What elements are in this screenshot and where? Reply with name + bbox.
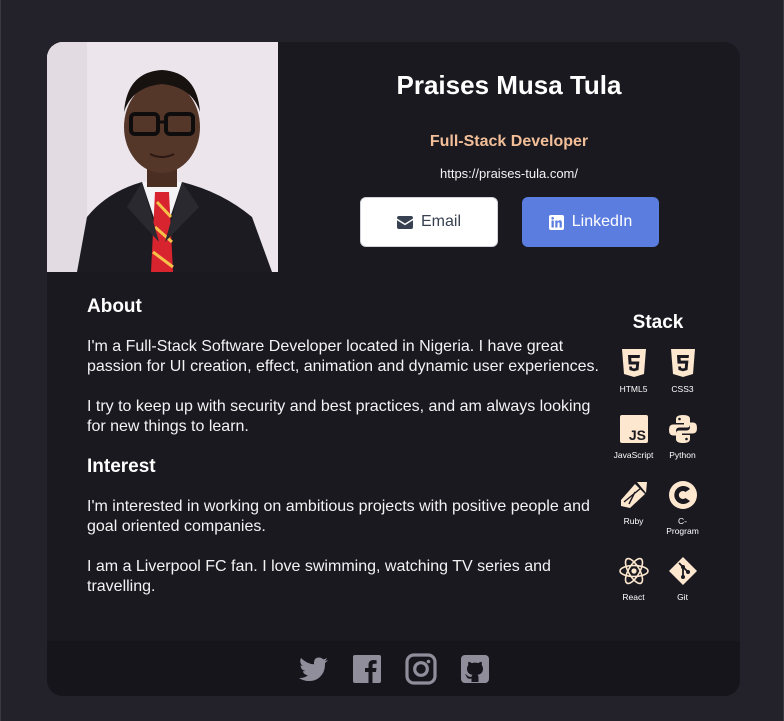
stack-item-css3: CSS3 xyxy=(658,348,707,394)
stack-label-ruby: Ruby xyxy=(623,516,644,526)
stack-item-html5: HTML5 xyxy=(609,348,658,394)
c-program-icon xyxy=(668,481,697,509)
profile-website-link[interactable]: https://praises-tula.com/ xyxy=(278,166,740,181)
twitter-icon[interactable] xyxy=(297,653,329,685)
email-button[interactable]: Email xyxy=(360,197,498,247)
stack-item-react: React xyxy=(609,556,658,602)
profile-name: Praises Musa Tula xyxy=(396,70,622,100)
html5-icon xyxy=(621,349,646,377)
github-icon[interactable] xyxy=(459,653,491,685)
stack-section: Stack HTML5 CSS3 JS JavaScript Python Ru… xyxy=(610,312,706,602)
stack-grid: HTML5 CSS3 JS JavaScript Python Ruby C-P… xyxy=(610,348,706,602)
profile-header: Praises Musa Tula Full-Stack Developer h… xyxy=(278,42,740,272)
about-paragraph-1: I'm a Full-Stack Software Developer loca… xyxy=(87,338,599,375)
stack-item-javascript: JS JavaScript xyxy=(609,414,658,460)
javascript-icon: JS xyxy=(619,415,648,443)
profile-card: Praises Musa Tula Full-Stack Developer h… xyxy=(47,42,740,696)
email-button-label: Email xyxy=(420,213,461,230)
stack-item-ruby: Ruby xyxy=(609,480,658,536)
profile-photo-illustration xyxy=(47,42,278,272)
stack-label-python: Python xyxy=(669,450,696,460)
linkedin-icon xyxy=(548,214,564,230)
stack-label-css3: CSS3 xyxy=(671,384,694,394)
stack-heading: Stack xyxy=(632,312,684,333)
stack-item-c-program: C-Program xyxy=(658,480,707,536)
stack-item-git: Git xyxy=(658,556,707,602)
linkedin-button-label: LinkedIn xyxy=(571,213,633,230)
interest-heading: Interest xyxy=(87,456,156,477)
stack-item-python: Python xyxy=(658,414,707,460)
facebook-icon[interactable] xyxy=(351,653,383,685)
interest-paragraph-1: I'm interested in working on ambitious p… xyxy=(87,498,590,535)
about-paragraph-2: I try to keep up with security and best … xyxy=(87,398,591,435)
stack-label-c-program: C-Program xyxy=(666,516,699,536)
css3-icon xyxy=(670,349,695,377)
window-border-left xyxy=(0,0,1,721)
svg-text:JS: JS xyxy=(628,427,645,443)
react-icon xyxy=(618,557,649,585)
instagram-icon[interactable] xyxy=(404,652,437,685)
about-heading: About xyxy=(87,296,142,317)
profile-photo xyxy=(47,42,278,272)
stack-label-javascript: JavaScript xyxy=(613,450,654,460)
linkedin-button[interactable]: LinkedIn xyxy=(522,197,659,247)
envelope-icon xyxy=(396,215,413,229)
profile-role: Full-Stack Developer xyxy=(429,133,589,150)
interest-paragraph-2: I am a Liverpool FC fan. I love swimming… xyxy=(87,558,551,595)
stack-label-git: Git xyxy=(677,592,688,602)
stack-label-html5: HTML5 xyxy=(619,384,648,394)
social-footer xyxy=(47,641,740,696)
ruby-icon xyxy=(620,482,647,508)
python-icon xyxy=(668,415,697,443)
bio-section: About I'm a Full-Stack Software Develope… xyxy=(87,292,607,597)
git-icon xyxy=(668,557,697,585)
stack-label-react: React xyxy=(622,592,645,602)
